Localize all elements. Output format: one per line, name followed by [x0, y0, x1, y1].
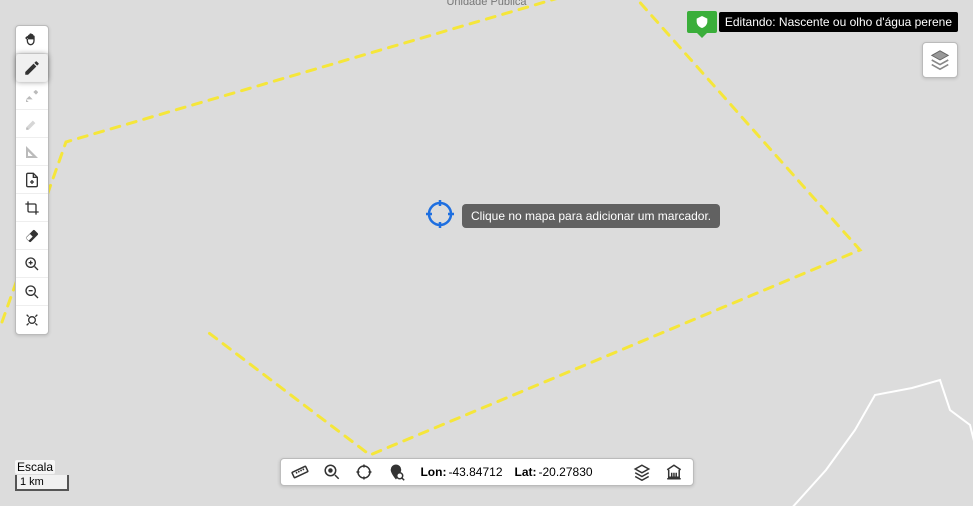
- zoom-point-icon: [322, 463, 340, 481]
- search-map[interactable]: [384, 461, 406, 483]
- scale-label: Escala: [15, 460, 55, 474]
- map-label-partial: Unidade Pública: [446, 0, 526, 8]
- scale-control: Escala 1 km: [15, 460, 69, 491]
- institution-tool[interactable]: [663, 461, 685, 483]
- zoom-to-point[interactable]: [320, 461, 342, 483]
- zoom-extent-icon: [24, 312, 40, 328]
- zoom-out-tool[interactable]: [16, 278, 48, 306]
- editing-badge-text: Editando: Nascente ou olho d'água perene: [719, 12, 958, 32]
- editing-badge-icon: [687, 11, 717, 33]
- edit-vertex-icon: [24, 88, 40, 104]
- coordinates-readout: Lon:-43.84712 Lat:-20.27830: [420, 465, 592, 479]
- measure-ruler[interactable]: [288, 461, 310, 483]
- bottom-bar: Lon:-43.84712 Lat:-20.27830: [279, 458, 693, 486]
- crop-icon: [24, 200, 40, 216]
- lon-label: Lon:: [420, 465, 446, 479]
- edit-line-tool: [16, 110, 48, 138]
- road-line: [0, 0, 973, 506]
- zoom-out-icon: [24, 284, 40, 300]
- pan-icon: [24, 32, 40, 48]
- map-canvas[interactable]: Unidade Pública: [0, 0, 973, 506]
- search-map-icon: [386, 463, 404, 481]
- draw-tool[interactable]: [16, 54, 48, 82]
- lat-label: Lat:: [515, 465, 537, 479]
- measure-angle-tool: [16, 138, 48, 166]
- locate-tool[interactable]: [352, 461, 374, 483]
- edit-line-icon: [24, 116, 40, 132]
- layers-bottom[interactable]: [631, 461, 653, 483]
- layers-icon: [633, 463, 651, 481]
- measure-angle-icon: [24, 144, 40, 160]
- draw-tooltip: Clique no mapa para adicionar um marcado…: [462, 204, 720, 228]
- add-file-tool[interactable]: [16, 166, 48, 194]
- boundary-polygon: [0, 0, 973, 506]
- crosshair-icon: [426, 200, 454, 228]
- zoom-in-icon: [24, 256, 40, 272]
- layers-switcher[interactable]: [922, 42, 958, 78]
- erase-icon: [24, 228, 40, 244]
- lat-value: -20.27830: [539, 465, 593, 479]
- editing-badge: Editando: Nascente ou olho d'água perene: [687, 11, 958, 33]
- layers-icon: [929, 49, 951, 71]
- pan-tool[interactable]: [16, 26, 48, 54]
- zoom-in-tool[interactable]: [16, 250, 48, 278]
- ruler-icon: [290, 463, 308, 481]
- lon-value: -43.84712: [448, 465, 502, 479]
- institution-icon: [665, 463, 683, 481]
- draw-icon: [23, 59, 41, 77]
- crop-tool[interactable]: [16, 194, 48, 222]
- scale-bar: 1 km: [15, 475, 69, 491]
- add-file-icon: [24, 172, 40, 188]
- zoom-extent-tool[interactable]: [16, 306, 48, 334]
- target-icon: [354, 463, 372, 481]
- edit-vertex-tool: [16, 82, 48, 110]
- erase-tool[interactable]: [16, 222, 48, 250]
- left-toolbar: [15, 25, 49, 335]
